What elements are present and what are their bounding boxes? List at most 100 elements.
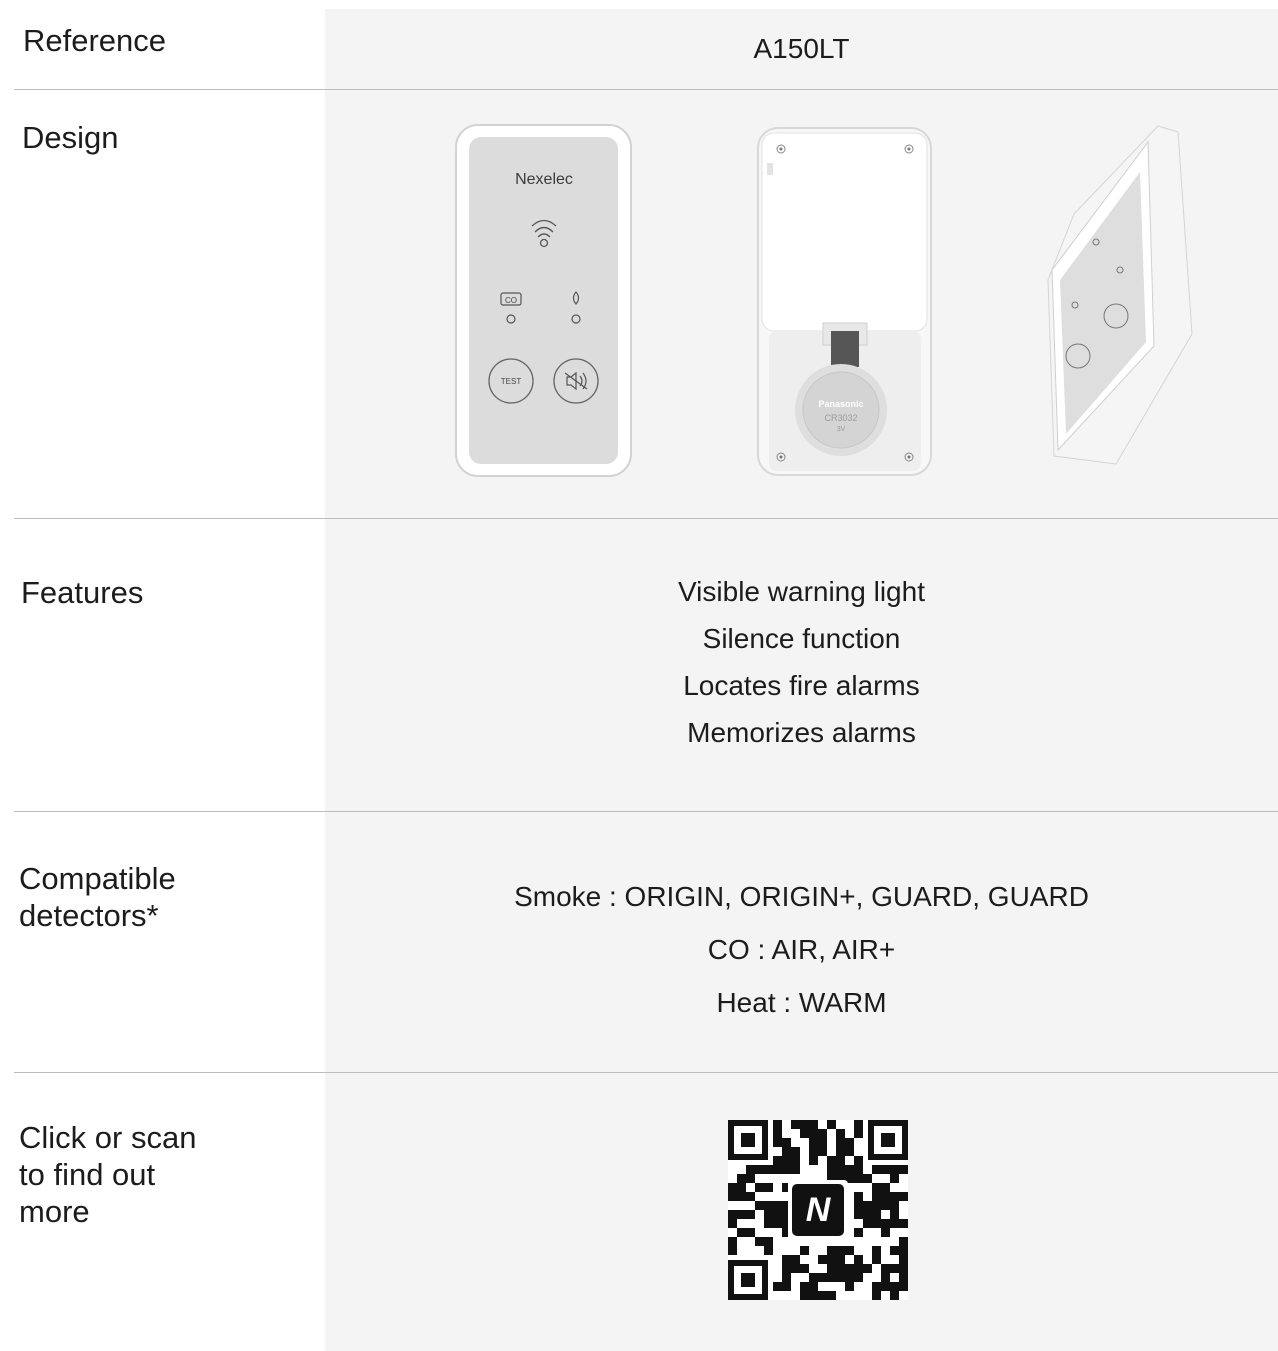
device-angled-image [1047, 125, 1193, 465]
qr-module [782, 1156, 791, 1165]
qr-module [899, 1264, 908, 1273]
more-label-line: Click or scan [19, 1120, 197, 1155]
qr-module [791, 1120, 800, 1129]
qr-module [890, 1246, 899, 1255]
qr-module [791, 1255, 800, 1264]
compatible-detectors-list: Smoke : ORIGIN, ORIGIN+, GUARD, GUARD CO… [325, 870, 1278, 1029]
qr-module [827, 1246, 836, 1255]
detector-item: CO : AIR, AIR+ [707, 934, 896, 965]
qr-module [845, 1165, 854, 1174]
qr-module [809, 1120, 818, 1129]
qr-module [755, 1237, 764, 1246]
qr-module [800, 1246, 809, 1255]
qr-module [836, 1255, 845, 1264]
qr-module [863, 1264, 872, 1273]
qr-module [809, 1291, 818, 1300]
qr-module [845, 1246, 854, 1255]
qr-module [773, 1129, 782, 1138]
qr-module [854, 1120, 863, 1129]
qr-module [890, 1264, 899, 1273]
qr-module [881, 1201, 890, 1210]
qr-module [854, 1201, 863, 1210]
qr-module [755, 1165, 764, 1174]
battery-model-text: CR3032 [824, 413, 857, 423]
qr-module [899, 1165, 908, 1174]
qr-module [845, 1138, 854, 1147]
qr-module [872, 1246, 881, 1255]
qr-module [728, 1237, 737, 1246]
qr-module [845, 1273, 854, 1282]
qr-module [737, 1192, 746, 1201]
qr-module [836, 1246, 845, 1255]
qr-module [818, 1291, 827, 1300]
qr-module [890, 1282, 899, 1291]
qr-module [800, 1291, 809, 1300]
qr-module [773, 1165, 782, 1174]
qr-module [773, 1219, 782, 1228]
qr-module [827, 1273, 836, 1282]
qr-module [872, 1201, 881, 1210]
qr-module [872, 1282, 881, 1291]
qr-module [755, 1201, 764, 1210]
qr-module [800, 1129, 809, 1138]
more-label-line: to find out [19, 1157, 156, 1192]
qr-module [881, 1165, 890, 1174]
brand-logo-text: Nexelec [515, 171, 573, 188]
qr-module [881, 1219, 890, 1228]
qr-module [737, 1210, 746, 1219]
qr-module [764, 1201, 773, 1210]
qr-module [746, 1165, 755, 1174]
qr-module [872, 1165, 881, 1174]
row-separator [14, 89, 1278, 90]
compatible-detectors-label: Compatible detectors* [19, 860, 176, 934]
qr-module [773, 1282, 782, 1291]
qr-module [764, 1237, 773, 1246]
qr-module [899, 1219, 908, 1228]
qr-module [854, 1156, 863, 1165]
qr-module [746, 1210, 755, 1219]
qr-module [800, 1282, 809, 1291]
qr-module [800, 1120, 809, 1129]
feature-item: Silence function [702, 623, 901, 654]
compatible-label-line: detectors* [19, 898, 159, 933]
qr-module [872, 1255, 881, 1264]
qr-module [872, 1291, 881, 1300]
qr-module [899, 1255, 908, 1264]
qr-module [827, 1291, 836, 1300]
qr-module [890, 1165, 899, 1174]
qr-logo-letter: N [806, 1191, 832, 1229]
qr-module [818, 1255, 827, 1264]
qr-module [737, 1228, 746, 1237]
reference-label: Reference [23, 23, 167, 58]
qr-module [818, 1273, 827, 1282]
detector-item: Heat : WARM [716, 987, 887, 1018]
qr-module [854, 1255, 863, 1264]
qr-module [881, 1183, 890, 1192]
qr-module [881, 1273, 890, 1282]
qr-module [899, 1246, 908, 1255]
qr-module [773, 1210, 782, 1219]
qr-module [845, 1147, 854, 1156]
test-button-label: TEST [501, 377, 522, 386]
qr-module [728, 1183, 737, 1192]
qr-module [890, 1291, 899, 1300]
qr-module [854, 1165, 863, 1174]
qr-module [836, 1273, 845, 1282]
qr-module [773, 1156, 782, 1165]
feature-item: Locates fire alarms [683, 670, 920, 701]
qr-module [899, 1282, 908, 1291]
qr-module [854, 1129, 863, 1138]
qr-module [827, 1156, 836, 1165]
qr-module [728, 1246, 737, 1255]
qr-module [818, 1138, 827, 1147]
qr-module [764, 1210, 773, 1219]
qr-module [890, 1210, 899, 1219]
qr-code-link[interactable]: N [728, 1120, 908, 1300]
qr-module [746, 1192, 755, 1201]
more-info-label: Click or scan to find out more [19, 1119, 196, 1230]
qr-module [809, 1129, 818, 1138]
qr-module [782, 1273, 791, 1282]
qr-module [881, 1228, 890, 1237]
qr-module [746, 1228, 755, 1237]
qr-module [872, 1210, 881, 1219]
